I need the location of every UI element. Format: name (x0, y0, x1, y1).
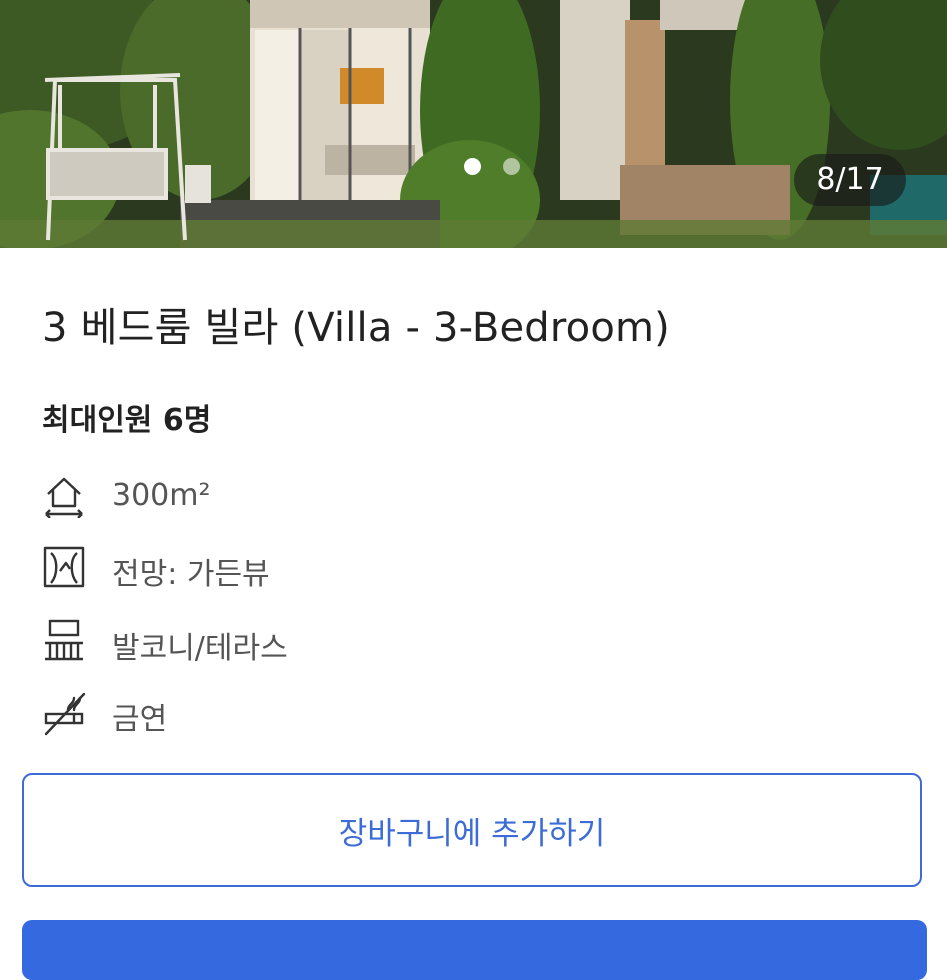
pagination-dot-active[interactable] (464, 158, 481, 175)
villa-garden-photo (0, 0, 947, 248)
pagination-dot[interactable] (503, 158, 520, 175)
primary-action-button[interactable] (22, 920, 927, 980)
feature-view: 전망: 가든뷰 (42, 543, 642, 593)
feature-label: 300m² (112, 478, 211, 513)
room-title: 3 베드룸 빌라 (Villa - 3-Bedroom) (42, 305, 670, 351)
feature-label: 전망: 가든뷰 (112, 557, 270, 592)
balcony-icon (45, 619, 83, 661)
feature-balcony: 발코니/테라스 (42, 617, 642, 667)
feature-label: 금연 (112, 702, 168, 737)
room-photo-gallery[interactable]: 8/17 (0, 0, 947, 248)
no-smoking-icon (44, 692, 86, 736)
window-view-icon (43, 546, 85, 588)
feature-label: 발코니/테라스 (112, 631, 288, 666)
feature-area: 300m² (42, 472, 642, 522)
gallery-pagination (464, 158, 520, 175)
photo-counter-badge: 8/17 (794, 154, 906, 206)
add-to-cart-button[interactable]: 장바구니에 추가하기 (22, 773, 922, 887)
feature-smoking: 금연 (42, 688, 642, 738)
max-occupancy: 최대인원 6명 (42, 403, 212, 438)
house-area-icon (45, 477, 83, 518)
